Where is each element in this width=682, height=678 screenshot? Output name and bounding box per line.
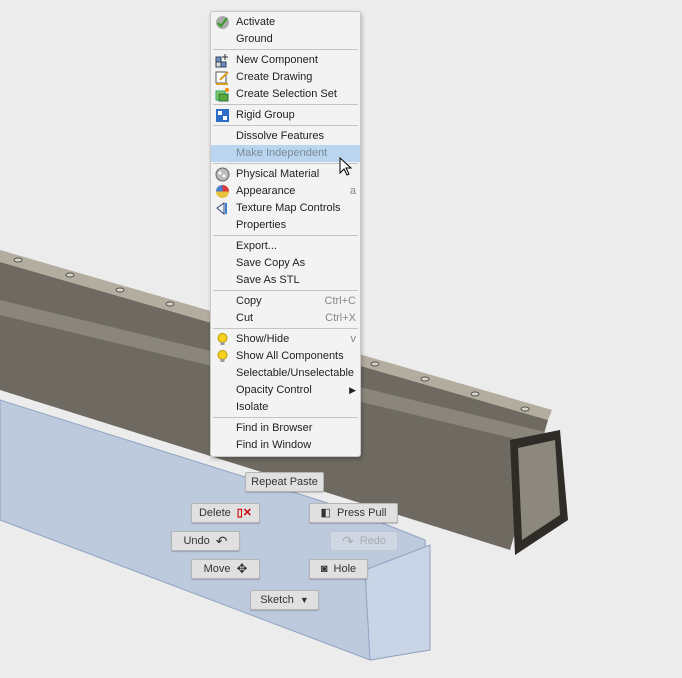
menu-item-label: Rigid Group [236,109,295,121]
redo-label: Redo [359,535,387,547]
menu-item-find-in-browser[interactable]: Find in Browser [211,420,360,437]
menu-item-label: Ground [236,33,273,45]
hole-icon: ◙ [320,563,328,575]
move-arrows-icon: ✥ [236,561,248,576]
menu-item-opacity-control[interactable]: Opacity Control ▶ [211,382,360,399]
submenu-arrow-icon: ▶ [349,385,356,395]
menu-item-cut[interactable]: Cut Ctrl+X [211,310,360,327]
menu-item-physical-material[interactable]: Physical Material [211,166,360,183]
menu-item-create-selection-set[interactable]: Create Selection Set [211,86,360,103]
mouse-cursor-icon [339,157,353,176]
menu-item-label: Show All Components [236,350,344,362]
lightbulb-icon [217,333,228,345]
menu-item-label: Save Copy As [236,257,306,269]
sketch-dropdown-button[interactable]: Sketch ▼ [250,590,319,610]
menu-item-save-copy-as[interactable]: Save Copy As [211,255,360,272]
menu-separator [213,49,358,50]
menu-item-label: Opacity Control [236,384,312,396]
menu-item-show-hide[interactable]: Show/Hide v [211,331,360,348]
redo-arrow-icon: ↷ [341,533,354,549]
menu-item-isolate[interactable]: Isolate [211,399,360,416]
menu-item-label: Selectable/Unselectable [236,367,355,379]
sketch-label: Sketch [260,594,294,606]
delete-button[interactable]: Delete ▯✕ [191,503,260,523]
menu-item-copy[interactable]: Copy Ctrl+C [211,293,360,310]
menu-separator [213,328,358,329]
menu-item-label: Find in Window [236,439,312,451]
hole-label: Hole [333,563,357,575]
menu-item-save-as-stl[interactable]: Save As STL [211,272,360,289]
press-pull-icon: ◧ [320,507,331,519]
undo-label: Undo [183,535,210,547]
menu-item-label: Export... [236,240,277,252]
lightbulb-icon [217,350,228,362]
context-menu: Activate Ground New Component Create Drawin… [210,11,361,457]
delete-label: Delete [198,507,231,519]
repeat-paste-button[interactable]: Repeat Paste [245,472,324,492]
repeat-paste-label: Repeat Paste [251,476,318,488]
menu-item-export[interactable]: Export... [211,238,360,255]
menu-item-label: Appearance [236,185,296,197]
undo-button[interactable]: Undo ↶ [171,531,240,551]
menu-separator [213,125,358,126]
new-component-icon [215,54,228,68]
menu-item-label: Save As STL [236,274,300,286]
menu-item-dissolve-features[interactable]: Dissolve Features [211,128,360,145]
menu-item-appearance[interactable]: Appearance a [211,183,360,200]
menu-item-show-all-components[interactable]: Show All Components [211,348,360,365]
undo-arrow-icon: ↶ [215,533,228,549]
menu-item-label: Dissolve Features [236,130,325,142]
rigid-group-icon [216,109,229,122]
menu-separator [213,417,358,418]
menu-separator [213,290,358,291]
menu-item-label: Texture Map Controls [236,202,341,214]
menu-item-selectable-unselectable[interactable]: Selectable/Unselectable [211,365,360,382]
hole-button[interactable]: ◙ Hole [309,559,368,579]
texture-icon [216,202,227,216]
shortcut-label: a [349,185,356,197]
menu-separator [213,235,358,236]
press-pull-label: Press Pull [336,507,387,519]
shortcut-label: Ctrl+C [324,295,356,307]
menu-item-properties[interactable]: Properties [211,217,360,234]
dropdown-triangle-icon: ▼ [299,595,309,605]
material-icon [215,167,230,182]
press-pull-button[interactable]: ◧ Press Pull [309,503,398,523]
redo-button[interactable]: ↷ Redo [330,531,398,551]
menu-item-label: Show/Hide [236,333,290,345]
menu-item-make-independent[interactable]: Make Independent [211,145,360,162]
menu-item-label: New Component [236,54,318,66]
move-button[interactable]: Move ✥ [191,559,260,579]
menu-separator [213,163,358,164]
menu-item-label: Create Drawing [236,71,313,83]
menu-item-rigid-group[interactable]: Rigid Group [211,107,360,124]
menu-item-label: Isolate [236,401,269,413]
selection-set-icon [215,88,229,102]
menu-item-label: Find in Browser [236,422,313,434]
menu-separator [213,104,358,105]
menu-item-label: Make Independent [236,147,328,159]
menu-item-label: Copy [236,295,262,307]
appearance-icon [216,185,229,198]
menu-item-label: Properties [236,219,287,231]
move-label: Move [203,563,231,575]
menu-item-label: Cut [236,312,254,324]
shortcut-label: Ctrl+X [325,312,356,324]
check-icon [216,16,229,29]
menu-item-texture-map-controls[interactable]: Texture Map Controls [211,200,360,217]
delete-icon: ▯✕ [236,507,253,519]
menu-item-label: Physical Material [236,168,320,180]
menu-item-label: Create Selection Set [236,88,337,100]
menu-item-label: Activate [236,16,276,28]
menu-item-activate[interactable]: Activate [211,14,360,31]
menu-item-create-drawing[interactable]: Create Drawing [211,69,360,86]
drawing-icon [215,71,229,85]
shortcut-label: v [350,333,357,345]
menu-item-ground[interactable]: Ground [211,31,360,48]
menu-item-new-component[interactable]: New Component [211,52,360,69]
menu-item-find-in-window[interactable]: Find in Window [211,437,360,454]
